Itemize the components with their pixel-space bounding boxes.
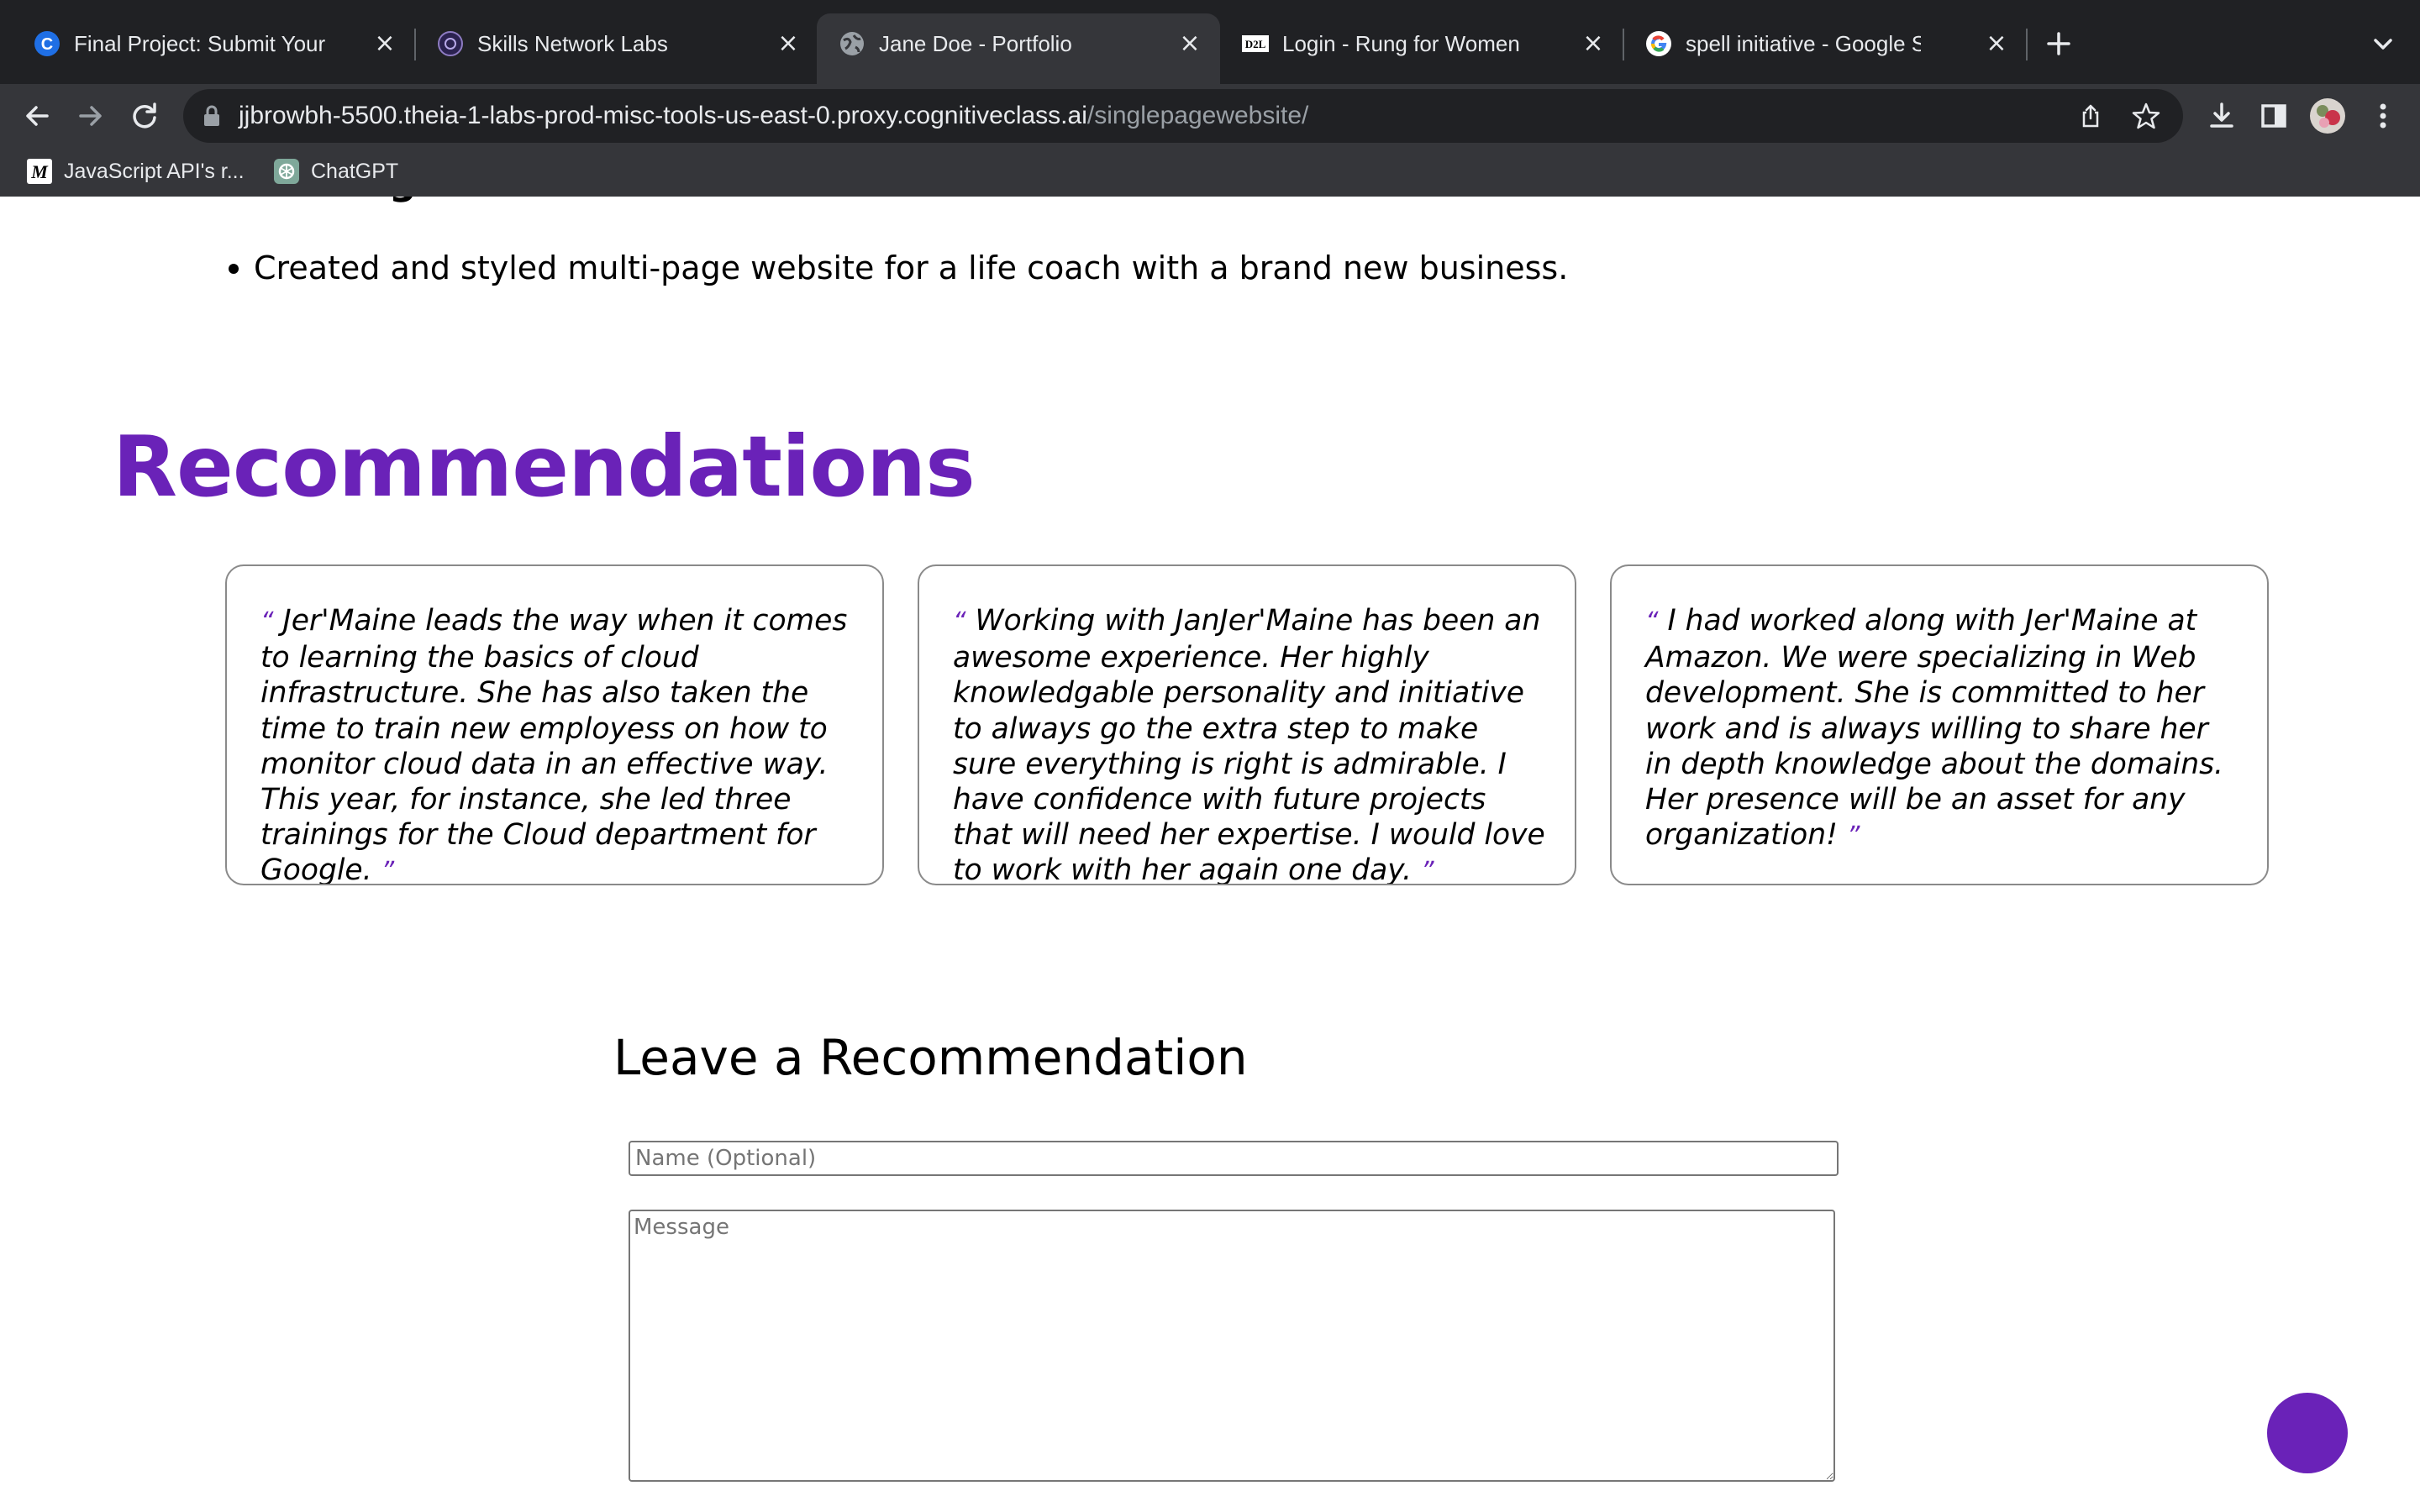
close-icon[interactable]: × [771, 27, 805, 60]
reload-icon[interactable] [124, 96, 165, 136]
page-viewport: Coaching Website Created and styled mult… [0, 197, 2420, 1512]
leave-recommendation-heading: Leave a Recommendation [613, 1029, 1248, 1086]
floating-action-button[interactable] [2267, 1393, 2348, 1473]
m-letter-icon: M [27, 159, 52, 184]
new-tab-plus-icon[interactable] [2039, 24, 2079, 64]
open-quote-mark: “ [1645, 607, 1659, 637]
tab-title: Login - Rung for Women [1282, 31, 1520, 56]
tab-final-project[interactable]: C Final Project: Submit Your Wor × [12, 13, 416, 84]
url-host: jjbrowbh-5500.theia-1-labs-prod-misc-too… [239, 102, 1087, 129]
tab-rung-login[interactable]: D2L Login - Rung for Women × [1220, 13, 1624, 84]
side-panel-icon[interactable] [2254, 96, 2294, 136]
close-quote-mark: ” [1846, 822, 1860, 852]
share-icon[interactable] [2077, 102, 2104, 129]
recommendations-heading: Recommendations [113, 417, 976, 516]
bookmarks-bar: M JavaScript API's r... ChatGPT [0, 148, 2420, 197]
recommendation-card: “ I had worked along with Jer'Maine at A… [1610, 564, 2269, 885]
close-icon[interactable]: × [1576, 27, 1610, 60]
tab-title: Skills Network Labs [477, 31, 668, 56]
browser-chrome: C Final Project: Submit Your Wor × Skill… [0, 0, 2420, 197]
tab-title: Final Project: Submit Your Wor [74, 31, 326, 56]
tab-portfolio[interactable]: Jane Doe - Portfolio × [817, 13, 1220, 84]
project-bullet-list: Created and styled multi-page website fo… [228, 247, 1568, 289]
open-quote-mark: “ [953, 607, 966, 637]
skills-network-icon [438, 31, 463, 56]
bookmark-label: ChatGPT [311, 160, 399, 183]
bookmark-javascript-apis[interactable]: M JavaScript API's r... [27, 153, 262, 190]
project-heading: Coaching Website [217, 197, 606, 203]
tab-skills-network[interactable]: Skills Network Labs × [415, 13, 818, 84]
more-menu-icon[interactable] [2363, 96, 2403, 136]
download-icon[interactable] [2202, 96, 2242, 136]
recommendation-body: Jer'Maine leads the way when it comes to… [260, 604, 848, 885]
svg-text:C: C [41, 35, 53, 54]
close-quote-mark: ” [1420, 857, 1434, 885]
name-input[interactable] [629, 1141, 1839, 1176]
d2l-icon: D2L [1242, 35, 1269, 52]
recommendation-text: “ I had worked along with Jer'Maine at A… [1645, 603, 2242, 854]
chatgpt-icon [274, 159, 299, 184]
close-icon[interactable]: × [1980, 27, 2013, 60]
profile-avatar[interactable] [2307, 96, 2348, 136]
browser-toolbar: jjbrowbh-5500.theia-1-labs-prod-misc-too… [0, 84, 2420, 148]
close-quote-mark: ” [381, 857, 395, 885]
close-icon[interactable]: × [368, 27, 402, 60]
chevron-down-icon[interactable] [2368, 29, 2398, 59]
address-bar[interactable]: jjbrowbh-5500.theia-1-labs-prod-misc-too… [183, 89, 2183, 143]
tab-google-search[interactable]: spell initiative - Google Search × [1623, 13, 2028, 84]
svg-text:M: M [30, 161, 49, 182]
recommendation-card: “ Jer'Maine leads the way when it comes … [225, 564, 884, 885]
recommendation-card: “ Working with JanJer'Maine has been an … [918, 564, 1576, 885]
recommendation-text: “ Jer'Maine leads the way when it comes … [260, 603, 857, 885]
open-quote-mark: “ [260, 607, 274, 637]
message-textarea[interactable] [629, 1210, 1835, 1482]
back-arrow-icon[interactable] [17, 96, 57, 136]
project-bullet: Created and styled multi-page website fo… [228, 247, 1568, 289]
url-text[interactable]: jjbrowbh-5500.theia-1-labs-prod-misc-too… [239, 97, 1308, 134]
globe-icon [840, 32, 864, 55]
tab-separator [2026, 29, 2028, 60]
lock-icon[interactable] [202, 104, 222, 128]
coursera-c-icon: C [34, 31, 60, 56]
tab-strip: C Final Project: Submit Your Wor × Skill… [0, 0, 2420, 84]
tab-title: Jane Doe - Portfolio [879, 31, 1072, 56]
bookmark-chatgpt[interactable]: ChatGPT [274, 153, 434, 190]
bookmark-label: JavaScript API's r... [64, 160, 245, 183]
url-path: /singlepagewebsite/ [1086, 102, 1309, 129]
recommendation-body: Working with JanJer'Maine has been an aw… [953, 604, 1545, 885]
close-icon[interactable]: × [1173, 27, 1207, 60]
google-icon [1646, 31, 1671, 56]
bookmark-star-icon[interactable] [2131, 101, 2161, 131]
recommendation-text: “ Working with JanJer'Maine has been an … [953, 603, 1549, 885]
recommendation-body: I had worked along with Jer'Maine at Ama… [1645, 604, 2224, 853]
svg-text:D2L: D2L [1245, 38, 1266, 50]
forward-arrow-icon[interactable] [71, 96, 111, 136]
tab-title: spell initiative - Google Search [1686, 31, 1921, 56]
